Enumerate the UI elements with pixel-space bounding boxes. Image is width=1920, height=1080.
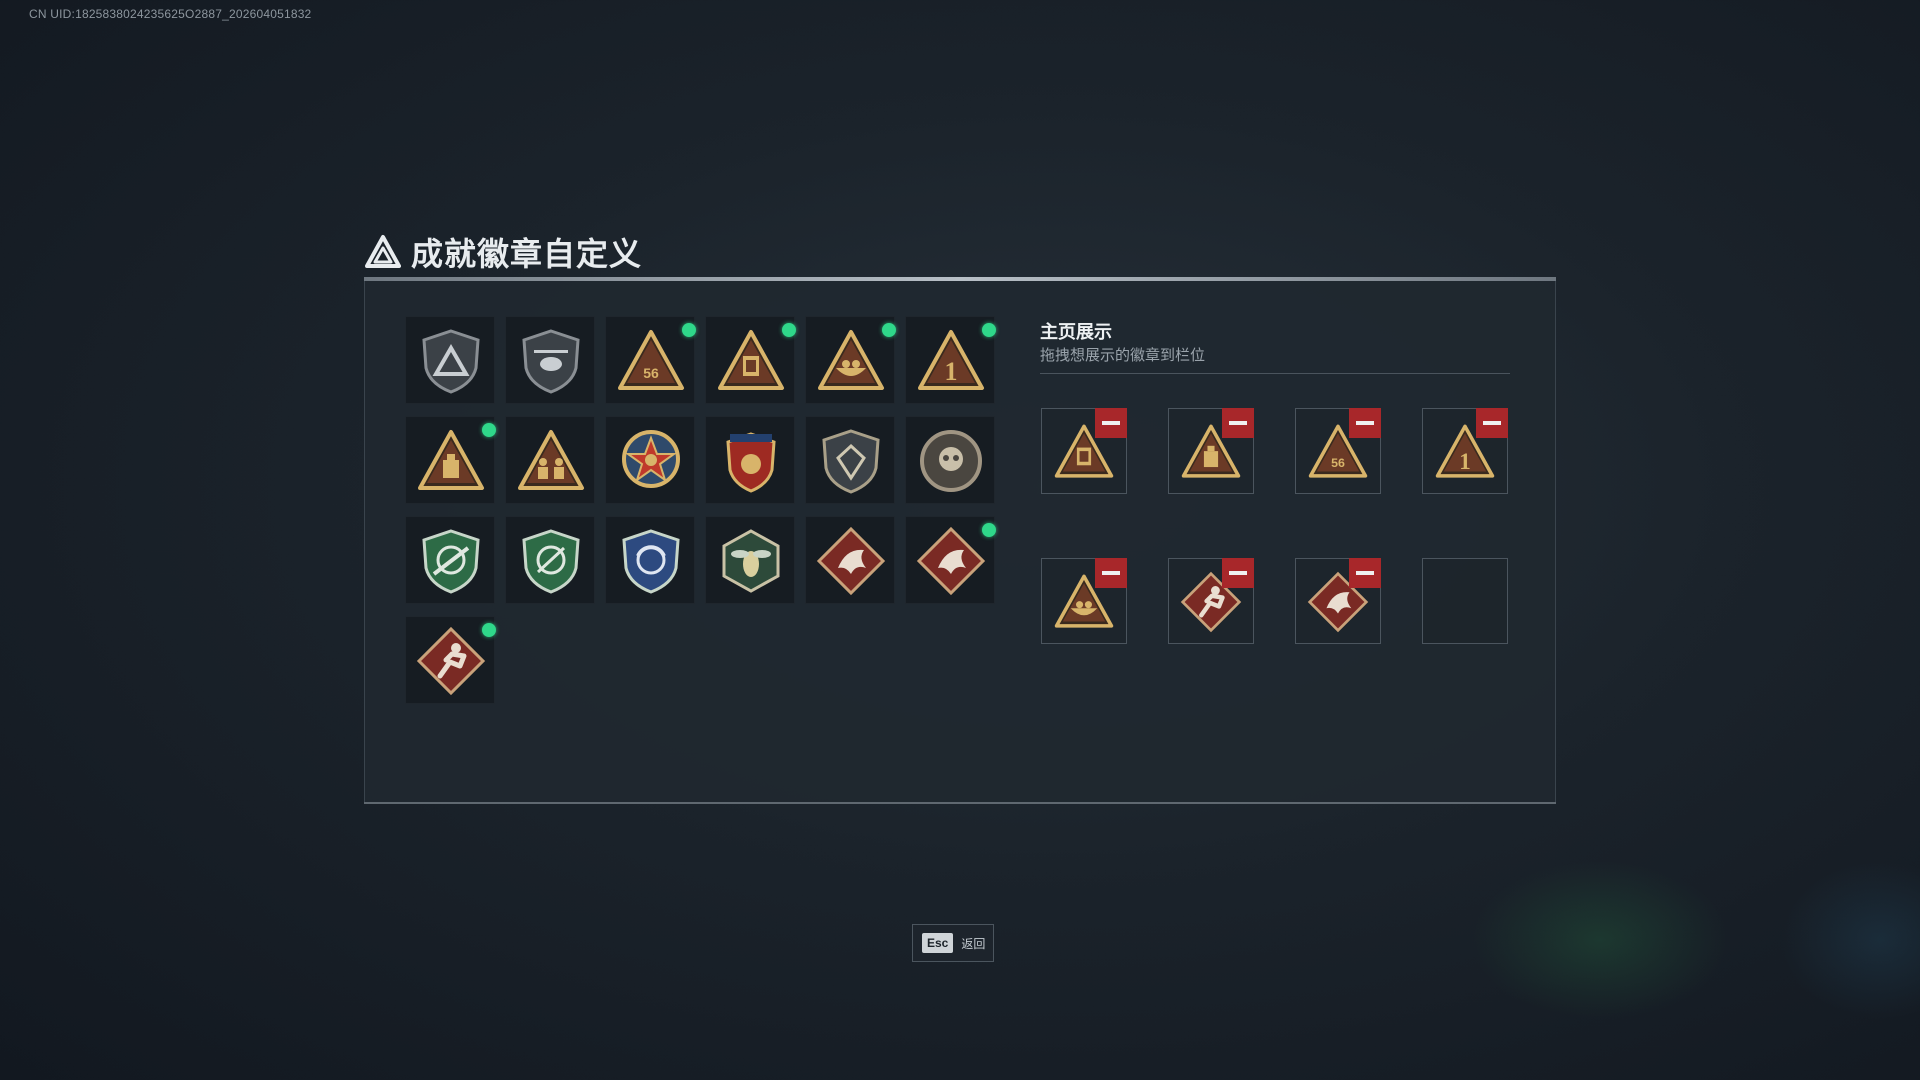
- svg-text:56: 56: [643, 365, 659, 381]
- new-indicator-dot: [482, 623, 496, 637]
- remove-badge-button[interactable]: [1476, 408, 1508, 438]
- badge-cell[interactable]: 56: [605, 316, 696, 404]
- page-header: 成就徽章自定义: [365, 232, 643, 273]
- minus-icon: [1102, 571, 1120, 575]
- triangle-soldiers-icon: [518, 430, 584, 490]
- badge-cell[interactable]: [705, 516, 795, 604]
- uid-label: CN UID:1825838024235625O2887_20260405183…: [29, 7, 312, 21]
- showcase-slot-empty[interactable]: [1422, 558, 1508, 644]
- new-indicator-dot: [982, 323, 996, 337]
- minus-icon: [1483, 421, 1501, 425]
- triangle-number-1-icon: 1: [918, 330, 984, 390]
- badge-cell[interactable]: [805, 416, 895, 504]
- showcase-title: 主页展示: [1040, 322, 1112, 343]
- triangle-lantern-icon: [718, 330, 784, 390]
- new-indicator-dot: [682, 323, 696, 337]
- page-title: 成就徽章自定义: [411, 235, 643, 273]
- badge-cell[interactable]: [505, 416, 595, 504]
- gem-shield-icon: [822, 429, 880, 494]
- svg-text:1: 1: [1459, 448, 1471, 474]
- badge-cell[interactable]: [405, 416, 496, 504]
- remove-badge-button[interactable]: [1349, 408, 1381, 438]
- minus-icon: [1229, 571, 1247, 575]
- green-crosshair-rifle-shield-icon: [422, 529, 480, 594]
- new-indicator-dot: [782, 323, 796, 337]
- panel-bottom-border: [364, 802, 1556, 804]
- badge-cell[interactable]: 1: [905, 316, 996, 404]
- remove-badge-button[interactable]: [1222, 558, 1254, 588]
- star-wreath-medal-icon: [622, 430, 680, 488]
- background-glow-green: [1470, 860, 1730, 1020]
- green-crosshair-knife-shield-icon: [522, 529, 580, 594]
- back-button[interactable]: Esc 返回: [912, 924, 994, 962]
- minus-icon: [1229, 421, 1247, 425]
- badge-cell[interactable]: [805, 516, 895, 604]
- badge-panel: 56 1 主页展示 拖拽想展示的徽章到栏位 56 1: [364, 281, 1556, 803]
- esc-key-hint: Esc: [922, 933, 954, 953]
- showcase-slot[interactable]: 1: [1422, 408, 1508, 494]
- badge-cell[interactable]: [405, 516, 495, 604]
- showcase-subtitle: 拖拽想展示的徽章到栏位: [1040, 346, 1206, 364]
- badge-cell[interactable]: [505, 316, 595, 404]
- back-button-label: 返回: [961, 936, 986, 951]
- new-indicator-dot: [882, 323, 896, 337]
- showcase-slot[interactable]: 56: [1295, 408, 1381, 494]
- minus-icon: [1102, 421, 1120, 425]
- badge-cell[interactable]: [505, 516, 595, 604]
- wasp-hexagon-icon: [722, 529, 780, 593]
- minus-icon: [1356, 571, 1374, 575]
- badge-cell[interactable]: [705, 316, 796, 404]
- eagle-shield-medal-icon: [726, 432, 776, 493]
- triangle-crate-icon: [418, 430, 484, 490]
- showcase-slot[interactable]: [1295, 558, 1381, 644]
- badge-cell[interactable]: [905, 416, 995, 504]
- showcase-slot[interactable]: [1041, 558, 1127, 644]
- dragon-diamond-icon: [816, 526, 886, 596]
- dragon-diamond-icon: [916, 526, 986, 596]
- triangle-logo-icon: [365, 235, 401, 268]
- helicopter-shield-icon: [522, 329, 580, 394]
- shield-triangle-logo-icon: [422, 329, 480, 394]
- new-indicator-dot: [982, 523, 996, 537]
- triangle-56-icon: 56: [618, 330, 684, 390]
- remove-badge-button[interactable]: [1095, 408, 1127, 438]
- badge-cell[interactable]: [605, 416, 695, 504]
- remove-badge-button[interactable]: [1222, 408, 1254, 438]
- skull-coin-icon: [920, 430, 982, 492]
- showcase-slot[interactable]: [1041, 408, 1127, 494]
- triangle-bowl-icon: [818, 330, 884, 390]
- svg-text:56: 56: [1331, 456, 1345, 470]
- badge-cell[interactable]: [705, 416, 795, 504]
- badge-cell[interactable]: [605, 516, 695, 604]
- blue-crosshair-shield-icon: [622, 529, 680, 594]
- minus-icon: [1356, 421, 1374, 425]
- showcase-slot[interactable]: [1168, 558, 1254, 644]
- new-indicator-dot: [482, 423, 496, 437]
- badge-cell[interactable]: [905, 516, 996, 604]
- remove-badge-button[interactable]: [1095, 558, 1127, 588]
- showcase-divider: [1040, 373, 1510, 374]
- runner-diamond-icon: [416, 626, 486, 696]
- badge-cell[interactable]: [405, 616, 496, 704]
- showcase-slot[interactable]: [1168, 408, 1254, 494]
- remove-badge-button[interactable]: [1349, 558, 1381, 588]
- background-glow-blue: [1780, 860, 1920, 1020]
- svg-text:1: 1: [945, 357, 958, 386]
- badge-cell[interactable]: [805, 316, 896, 404]
- badge-cell[interactable]: [405, 316, 495, 404]
